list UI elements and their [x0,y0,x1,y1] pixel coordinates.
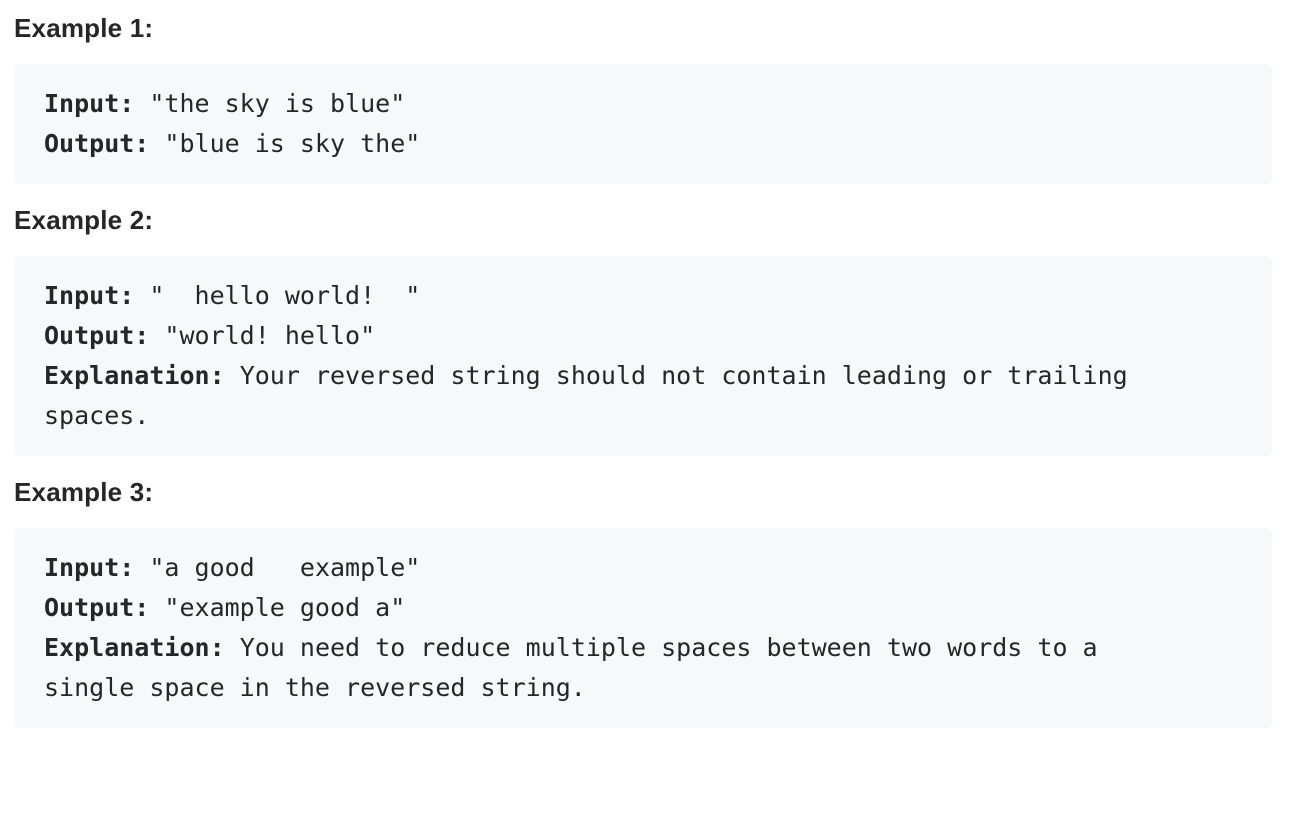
example-3-input-line: Input: "a good example" [44,548,1242,588]
example-3-code-block: Input: "a good example" Output: "example… [14,528,1272,728]
example-2-input-line: Input: " hello world! " [44,276,1242,316]
input-label: Input: [44,281,135,310]
output-label: Output: [44,593,150,622]
output-value: "blue is sky the" [164,129,421,158]
example-3-explanation-continuation: single space in the reversed string. [44,673,586,702]
example-2-code-block: Input: " hello world! " Output: "world! … [14,256,1272,456]
output-value: "example good a" [164,593,406,622]
problem-examples: Example 1: Input: "the sky is blue" Outp… [14,0,1272,728]
explanation-text: You need to reduce multiple spaces betwe… [239,633,1098,662]
example-3-output-line: Output: "example good a" [44,588,1242,628]
input-label: Input: [44,553,135,582]
example-1-heading: Example 1: [14,13,154,43]
example-2-explanation-line: Explanation: Your reversed string should… [44,356,1242,396]
example-1-output-line: Output: "blue is sky the" [44,124,1242,164]
example-2-explanation-continuation: spaces. [44,401,150,430]
input-label: Input: [44,89,135,118]
example-3-heading: Example 3: [14,477,154,507]
explanation-text: Your reversed string should not contain … [239,361,1128,390]
input-value: "a good example" [149,553,421,582]
explanation-label: Explanation: [44,361,225,390]
example-1-code-block: Input: "the sky is blue" Output: "blue i… [14,64,1272,184]
output-value: "world! hello" [164,321,376,350]
input-value: " hello world! " [149,281,421,310]
explanation-label: Explanation: [44,633,225,662]
output-label: Output: [44,321,150,350]
example-2-output-line: Output: "world! hello" [44,316,1242,356]
example-2-heading: Example 2: [14,205,154,235]
output-label: Output: [44,129,150,158]
example-1-input-line: Input: "the sky is blue" [44,84,1242,124]
example-3-explanation-line: Explanation: You need to reduce multiple… [44,628,1242,668]
input-value: "the sky is blue" [149,89,406,118]
